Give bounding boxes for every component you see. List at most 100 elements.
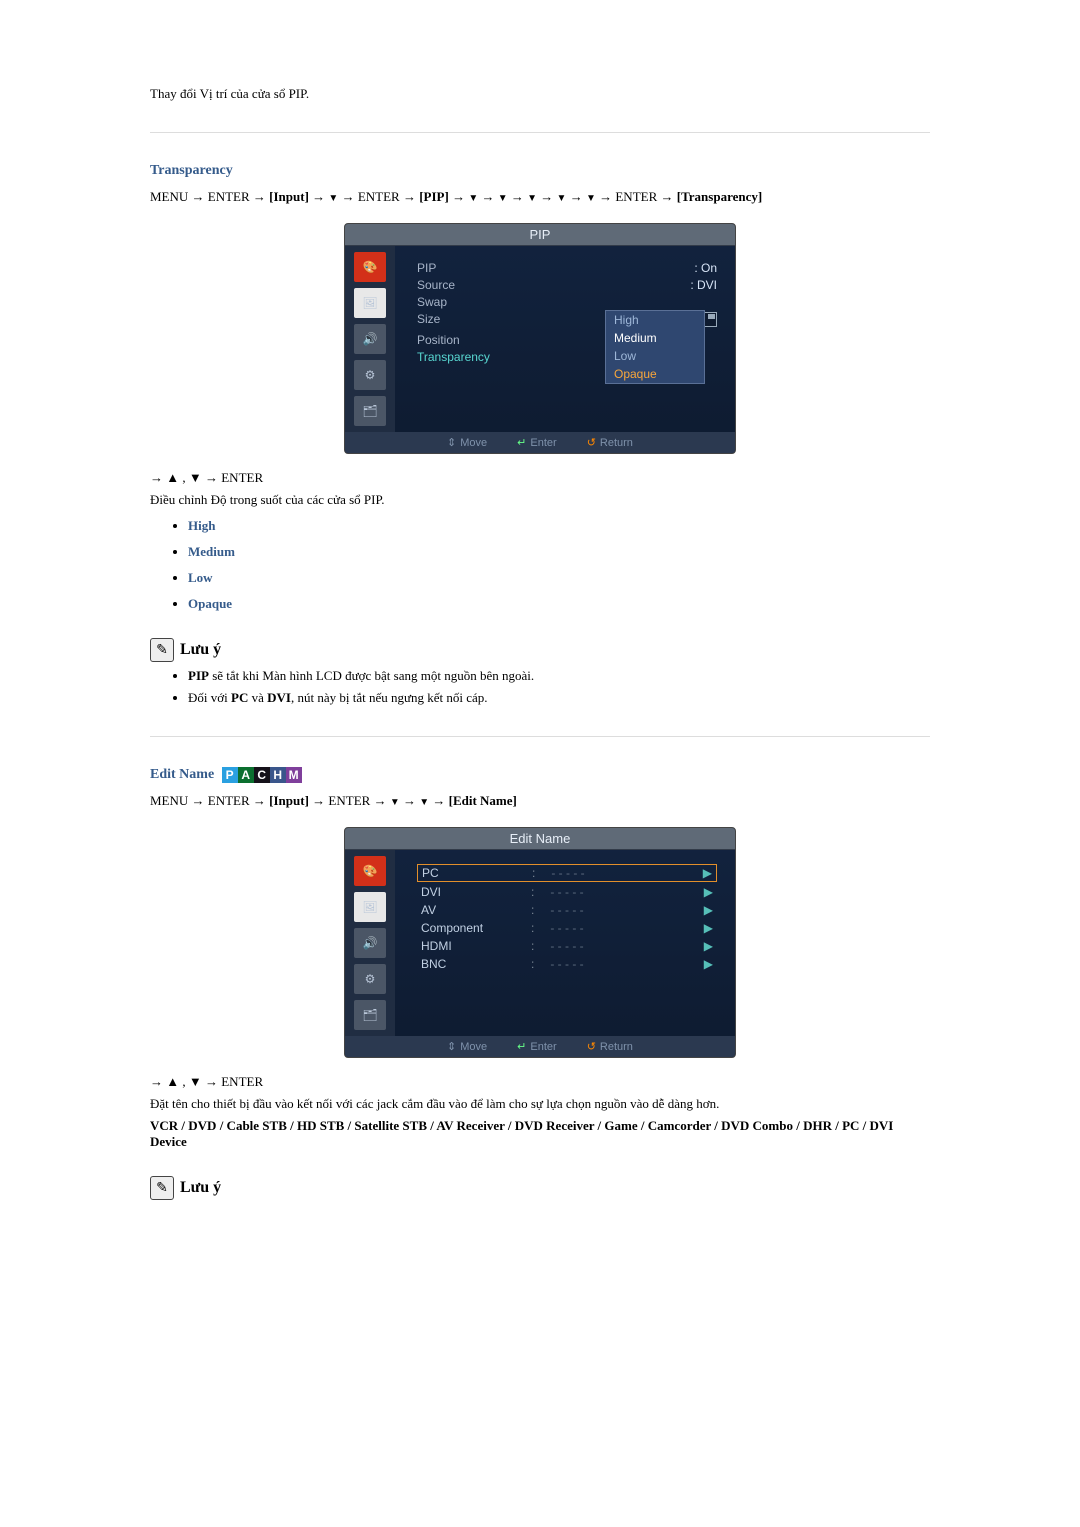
transparency-notes-list: PIP sẽ tắt khi Màn hình LCD được bật san…	[170, 668, 930, 706]
editname-row-bnc[interactable]: BNC:- - - - -▶	[417, 956, 717, 972]
input-icon: 🎨	[354, 856, 386, 886]
mode-badge-p: P	[222, 767, 238, 783]
editname-osd-panel: Edit Name 🎨 🖼 🔊 ⚙ 🗂 PC:- - - - -▶ DVI:- …	[344, 827, 736, 1058]
editname-nav-path: MENU → ENTER → [Input] → ENTER → → → [Ed…	[150, 793, 930, 809]
list-item: Opaque	[188, 596, 930, 612]
source-row-value: : DVI	[690, 278, 717, 292]
mode-badge-c: C	[254, 767, 270, 783]
list-item: PIP sẽ tắt khi Màn hình LCD được bật san…	[188, 668, 930, 684]
editname-row-hdmi[interactable]: HDMI:- - - - -▶	[417, 938, 717, 954]
editname-post-nav: → ▲ , ▼ → ENTER	[150, 1074, 930, 1090]
position-row-label: Position	[417, 333, 460, 347]
osd-icon-column: 🎨 🖼 🔊 ⚙ 🗂	[345, 246, 395, 432]
transparency-desc: Điều chỉnh Độ trong suốt của các cửa sổ …	[150, 492, 930, 508]
transparency-option-high[interactable]: High	[606, 311, 704, 329]
transparency-heading: Transparency	[150, 163, 930, 179]
list-item: Medium	[188, 544, 930, 560]
setup-icon: ⚙	[354, 964, 386, 994]
editname-desc: Đặt tên cho thiết bị đầu vào kết nối với…	[150, 1096, 930, 1112]
editname-osd-title: Edit Name	[345, 828, 735, 850]
divider	[150, 736, 930, 737]
note-icon: ✎	[150, 1176, 174, 1200]
nav-menu: MENU	[150, 189, 188, 204]
input-icon: 🎨	[354, 252, 386, 282]
transparency-option-medium[interactable]: Medium	[606, 329, 704, 347]
nav-enter: ENTER	[328, 793, 370, 808]
nav-enter: ENTER	[208, 793, 250, 808]
osd-return-hint: Return	[587, 1040, 633, 1053]
editname-row-pc[interactable]: PC:- - - - -▶	[417, 864, 717, 882]
setup-icon: ⚙	[354, 360, 386, 390]
right-arrow-icon: ▶	[704, 957, 713, 971]
pip-row-label: PIP	[417, 261, 436, 275]
pip-row-value: : On	[694, 261, 717, 275]
nav-menu: MENU	[150, 793, 188, 808]
note-title: Lưu ý	[180, 1179, 221, 1197]
picture-icon: 🖼	[354, 892, 386, 922]
osd-enter-hint: Enter	[517, 1040, 557, 1053]
osd-move-hint: Move	[447, 1040, 487, 1053]
osd-return-hint: Return	[587, 436, 633, 449]
nav-transparency: [Transparency]	[677, 189, 762, 204]
mode-badges: PACHM	[222, 767, 302, 783]
multi-icon: 🗂	[354, 396, 386, 426]
osd-enter-hint: Enter	[517, 436, 557, 449]
editname-row-av[interactable]: AV:- - - - -▶	[417, 902, 717, 918]
picture-icon: 🖼	[354, 288, 386, 318]
down-arrow-icon	[328, 189, 338, 204]
position-intro-text: Thay đổi Vị trí của cửa sổ PIP.	[150, 86, 930, 102]
editname-device-list: VCR / DVD / Cable STB / HD STB / Satelli…	[150, 1118, 930, 1150]
editname-row-component[interactable]: Component:- - - - -▶	[417, 920, 717, 936]
note-icon: ✎	[150, 638, 174, 662]
mode-badge-h: H	[270, 767, 286, 783]
transparency-options-list: High Medium Low Opaque	[170, 518, 930, 612]
source-row-label: Source	[417, 278, 455, 292]
note-heading: ✎ Lưu ý	[150, 1176, 930, 1200]
nav-input: [Input]	[269, 793, 309, 808]
list-item: Low	[188, 570, 930, 586]
down-arrow-icon	[586, 189, 596, 204]
transparency-row-label: Transparency	[417, 350, 490, 364]
down-arrow-icon	[468, 189, 478, 204]
pip-osd-panel: PIP 🎨 🖼 🔊 ⚙ 🗂 PIP : On Source : DVI Swap S…	[344, 223, 736, 454]
transparency-dropdown[interactable]: High Medium Low Opaque	[605, 310, 705, 384]
swap-row-label: Swap	[417, 295, 447, 309]
nav-input: [Input]	[269, 189, 309, 204]
list-item: High	[188, 518, 930, 534]
nav-editname: [Edit Name]	[449, 793, 517, 808]
note-title: Lưu ý	[180, 641, 221, 659]
osd-footer: Move Enter Return	[345, 432, 735, 453]
down-arrow-icon	[419, 793, 429, 808]
pip-osd-title: PIP	[345, 224, 735, 246]
transparency-option-low[interactable]: Low	[606, 347, 704, 365]
sound-icon: 🔊	[354, 324, 386, 354]
right-arrow-icon: ▶	[704, 921, 713, 935]
nav-enter: ENTER	[208, 189, 250, 204]
editname-heading: Edit Name PACHM	[150, 767, 930, 783]
right-arrow-icon: ▶	[703, 866, 712, 880]
transparency-nav-path: MENU → ENTER → [Input] → → ENTER → [PIP]…	[150, 189, 930, 205]
osd-icon-column: 🎨 🖼 🔊 ⚙ 🗂	[345, 850, 395, 1036]
down-arrow-icon	[390, 793, 400, 808]
mode-badge-m: M	[286, 767, 302, 783]
size-row-label: Size	[417, 312, 440, 330]
nav-pip: [PIP]	[419, 189, 449, 204]
down-arrow-icon	[557, 189, 567, 204]
right-arrow-icon: ▶	[704, 903, 713, 917]
transparency-post-nav: → ▲ , ▼ → ENTER	[150, 470, 930, 486]
down-arrow-icon	[527, 189, 537, 204]
osd-footer: Move Enter Return	[345, 1036, 735, 1057]
transparency-option-opaque[interactable]: Opaque	[606, 365, 704, 383]
nav-enter: ENTER	[615, 189, 657, 204]
right-arrow-icon: ▶	[704, 885, 713, 899]
divider	[150, 132, 930, 133]
nav-enter: ENTER	[358, 189, 400, 204]
note-heading: ✎ Lưu ý	[150, 638, 930, 662]
down-arrow-icon	[498, 189, 508, 204]
mode-badge-a: A	[238, 767, 254, 783]
right-arrow-icon: ▶	[704, 939, 713, 953]
osd-move-hint: Move	[447, 436, 487, 449]
multi-icon: 🗂	[354, 1000, 386, 1030]
list-item: Đối với PC và DVI, nút này bị tắt nếu ng…	[188, 690, 930, 706]
editname-row-dvi[interactable]: DVI:- - - - -▶	[417, 884, 717, 900]
